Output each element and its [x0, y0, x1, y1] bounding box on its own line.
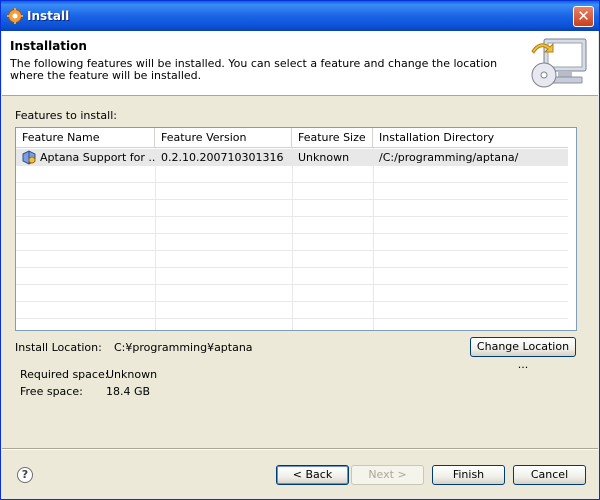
install-cd-monitor-icon	[530, 35, 590, 93]
column-header-feature-version[interactable]: Feature Version	[155, 128, 292, 148]
divider	[2, 448, 598, 450]
install-location-value: C:¥programming¥aptana	[114, 341, 253, 354]
column-header-installation-directory[interactable]: Installation Directory	[373, 128, 570, 148]
install-dialog: Install ✕ Installation The following fea…	[0, 0, 600, 500]
close-icon: ✕	[577, 7, 590, 25]
title-bar[interactable]: Install ✕	[1, 1, 599, 31]
column-header-feature-name[interactable]: Feature Name	[16, 128, 155, 148]
help-icon: ?	[21, 468, 29, 481]
change-location-button[interactable]: Change Location ...	[470, 337, 576, 371]
close-button[interactable]: ✕	[573, 6, 594, 27]
back-button[interactable]: < Back	[276, 465, 349, 485]
empty-row	[16, 251, 570, 268]
empty-row	[16, 268, 570, 285]
feature-size-cell: Unknown	[298, 151, 350, 164]
feature-version-cell: 0.2.10.200710301316	[161, 151, 284, 164]
empty-row	[16, 166, 570, 183]
free-space-value: 18.4 GB	[106, 385, 151, 398]
empty-row	[16, 234, 570, 251]
window-title: Install	[27, 9, 70, 23]
next-button[interactable]: Next >	[351, 465, 424, 485]
required-space-value: Unknown	[106, 368, 158, 381]
empty-row	[16, 285, 570, 302]
required-space-label: Required space:	[20, 368, 109, 381]
install-location-label: Install Location:	[15, 341, 102, 354]
empty-row	[16, 183, 570, 200]
table-row[interactable]: Aptana Support for ... 0.2.10.2007103013…	[16, 149, 570, 166]
free-space-label: Free space:	[20, 385, 83, 398]
empty-row	[16, 217, 570, 234]
cancel-button[interactable]: Cancel	[513, 465, 586, 485]
page-title: Installation	[10, 39, 87, 53]
empty-row	[16, 200, 570, 217]
column-header-feature-size[interactable]: Feature Size	[292, 128, 373, 148]
table-header: Feature Name Feature Version Feature Siz…	[16, 128, 576, 148]
page-description: The following features will be installed…	[10, 57, 498, 82]
finish-button[interactable]: Finish	[432, 465, 505, 485]
help-button[interactable]: ?	[17, 467, 33, 483]
wizard-header: Installation The following features will…	[2, 31, 598, 96]
feature-name-cell: Aptana Support for ...	[40, 151, 155, 164]
table-scroll-area	[568, 128, 576, 330]
features-label: Features to install:	[15, 109, 117, 122]
features-table[interactable]: Feature Name Feature Version Feature Siz…	[15, 127, 577, 331]
empty-row	[16, 302, 570, 319]
installation-directory-cell: /C:/programming/aptana/	[379, 151, 519, 164]
gear-icon	[7, 8, 23, 24]
